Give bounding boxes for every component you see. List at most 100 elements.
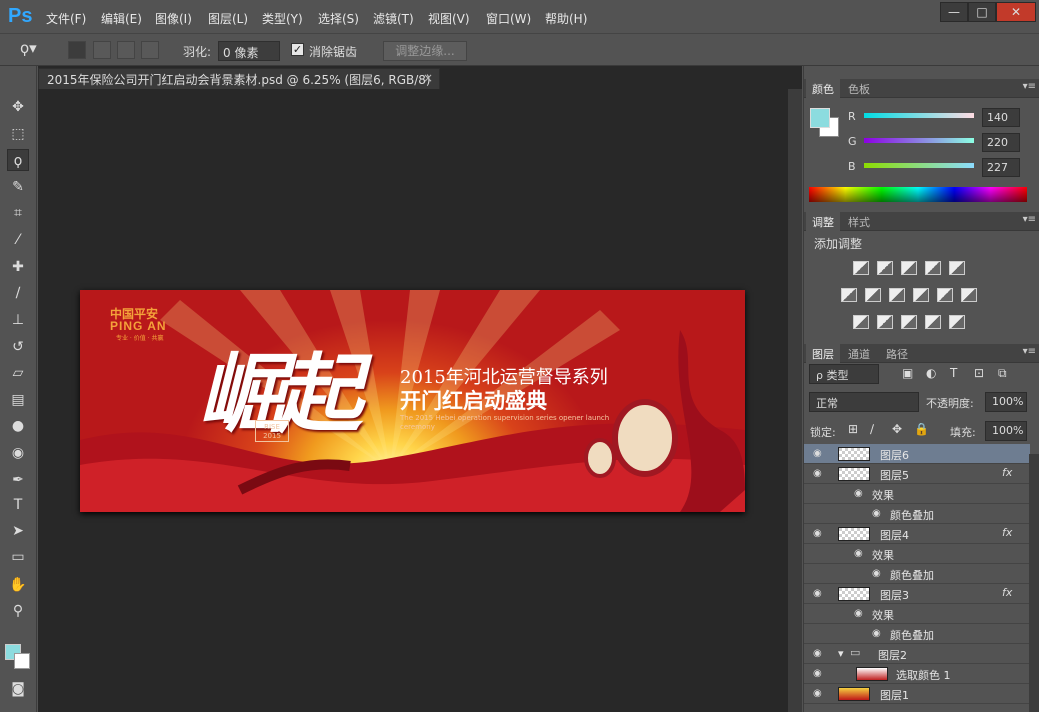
fx-icon[interactable]: fx [1002, 466, 1012, 479]
color-balance-icon[interactable] [865, 288, 881, 302]
curves-icon[interactable] [901, 261, 917, 275]
refine-edge-button[interactable]: 调整边缘... [383, 41, 467, 61]
stamp-tool-icon[interactable]: ⊥ [7, 309, 29, 331]
tab-adjustments[interactable]: 调整 [806, 212, 840, 231]
gradient-map-icon[interactable] [949, 315, 965, 329]
group-row[interactable]: ◉ ▾ ▭ 图层2 [804, 644, 1030, 664]
canvas-scrollbar[interactable] [788, 89, 802, 712]
history-brush-icon[interactable]: ↺ [7, 336, 29, 358]
visibility-eye-icon[interactable]: ◉ [854, 548, 863, 559]
quick-mask-icon[interactable]: ◙ [7, 678, 29, 700]
blur-tool-icon[interactable]: ● [7, 415, 29, 437]
shape-tool-icon[interactable]: ▭ [7, 546, 29, 568]
blend-mode-select[interactable]: 正常 [809, 392, 919, 412]
photo-filter-icon[interactable] [913, 288, 929, 302]
tab-styles[interactable]: 样式 [842, 212, 876, 231]
intersect-selection-icon[interactable] [141, 41, 159, 59]
antialias-checkbox[interactable]: ✓ [291, 43, 304, 56]
document-tab[interactable]: 2015年保险公司开门红启动会背景素材.psd @ 6.25% (图层6, RG… [38, 68, 440, 89]
layer-filter-select[interactable]: ρ 类型 [809, 364, 879, 384]
menu-file[interactable]: 文件(F) [46, 10, 86, 27]
r-value-input[interactable]: 140 [982, 108, 1020, 127]
visibility-eye-icon[interactable]: ◉ [872, 628, 881, 639]
tab-layers[interactable]: 图层 [806, 344, 840, 363]
fx-icon[interactable]: fx [1002, 586, 1012, 599]
lock-position-icon[interactable]: ✥ [892, 422, 902, 436]
menu-image[interactable]: 图像(I) [155, 10, 192, 27]
layer-row[interactable]: ◉ 图层1 [804, 684, 1030, 704]
menu-window[interactable]: 窗口(W) [486, 10, 531, 27]
visibility-eye-icon[interactable]: ◉ [872, 568, 881, 579]
effect-row[interactable]: ◉ 颜色叠加 [804, 564, 1030, 584]
layer-row[interactable]: ◉ 图层6 [804, 444, 1030, 464]
tab-color[interactable]: 颜色 [806, 79, 840, 98]
effects-row[interactable]: ◉ 效果 [804, 604, 1030, 624]
menu-edit[interactable]: 编辑(E) [101, 10, 142, 27]
visibility-eye-icon[interactable]: ◉ [813, 468, 822, 479]
fg-color-chip[interactable] [810, 108, 830, 128]
dodge-tool-icon[interactable]: ◉ [7, 442, 29, 464]
tab-channels[interactable]: 通道 [842, 344, 876, 363]
minimize-button[interactable]: — [940, 2, 968, 22]
brush-tool-icon[interactable]: ∕ [7, 282, 29, 304]
lasso-tool-icon[interactable]: ϙ [7, 149, 29, 171]
menu-help[interactable]: 帮助(H) [545, 10, 587, 27]
close-window-button[interactable]: ✕ [996, 2, 1036, 22]
b-value-input[interactable]: 227 [982, 158, 1020, 177]
pen-tool-icon[interactable]: ✒ [7, 469, 29, 491]
restore-button[interactable]: □ [968, 2, 996, 22]
visibility-eye-icon[interactable]: ◉ [813, 688, 822, 699]
b-slider[interactable] [864, 163, 974, 168]
type-tool-icon[interactable]: T [7, 494, 29, 516]
menu-filter[interactable]: 滤镜(T) [373, 10, 414, 27]
lock-paint-icon[interactable]: ∕ [870, 422, 874, 436]
new-selection-icon[interactable] [68, 41, 86, 59]
color-lookup-icon[interactable] [961, 288, 977, 302]
feather-input[interactable]: 0 像素 [218, 41, 280, 61]
filter-type-icon[interactable]: T [950, 366, 957, 380]
posterize-icon[interactable] [877, 315, 893, 329]
layer-row[interactable]: ◉ 图层3 fx [804, 584, 1030, 604]
eyedropper-tool-icon[interactable]: ⁄ [7, 229, 29, 251]
tab-swatches[interactable]: 色板 [842, 79, 876, 98]
menu-layer[interactable]: 图层(L) [208, 10, 248, 27]
visibility-eye-icon[interactable]: ◉ [813, 588, 822, 599]
visibility-eye-icon[interactable]: ◉ [854, 488, 863, 499]
layer-row[interactable]: ◉ 图层4 fx [804, 524, 1030, 544]
visibility-eye-icon[interactable]: ◉ [813, 668, 822, 679]
visibility-eye-icon[interactable]: ◉ [854, 608, 863, 619]
background-color-swatch[interactable] [14, 653, 30, 669]
vibrance-icon[interactable] [949, 261, 965, 275]
selective-color-icon[interactable] [925, 315, 941, 329]
layer-row[interactable]: ◉ 选取颜色 1 [804, 664, 1030, 684]
channel-mixer-icon[interactable] [937, 288, 953, 302]
hand-tool-icon[interactable]: ✋ [7, 574, 29, 596]
layer-row[interactable]: ◉ 图层5 fx [804, 464, 1030, 484]
move-tool-icon[interactable]: ✥ [7, 96, 29, 118]
close-tab-icon[interactable]: × [423, 71, 433, 85]
r-slider[interactable] [864, 113, 974, 118]
exposure-icon[interactable] [925, 261, 941, 275]
filter-pixel-icon[interactable]: ▣ [902, 366, 913, 380]
eraser-tool-icon[interactable]: ▱ [7, 362, 29, 384]
lock-all-icon[interactable]: 🔒 [914, 422, 929, 436]
expand-arrow-icon[interactable]: ▾ [838, 647, 844, 660]
hue-saturation-icon[interactable] [841, 288, 857, 302]
filter-adjust-icon[interactable]: ◐ [926, 366, 936, 380]
effect-row[interactable]: ◉ 颜色叠加 [804, 624, 1030, 644]
effects-row[interactable]: ◉ 效果 [804, 544, 1030, 564]
quick-select-tool-icon[interactable]: ✎ [7, 176, 29, 198]
visibility-eye-icon[interactable]: ◉ [813, 448, 822, 459]
panel-menu-icon[interactable]: ▾≡ [1023, 346, 1036, 357]
opacity-input[interactable]: 100% [985, 392, 1027, 412]
path-select-tool-icon[interactable]: ➤ [7, 520, 29, 542]
lock-pixels-icon[interactable]: ⊞ [848, 422, 858, 436]
levels-icon[interactable] [877, 261, 893, 275]
subtract-selection-icon[interactable] [117, 41, 135, 59]
crop-tool-icon[interactable]: ⌗ [7, 202, 29, 224]
visibility-eye-icon[interactable]: ◉ [813, 648, 822, 659]
g-value-input[interactable]: 220 [982, 133, 1020, 152]
gradient-tool-icon[interactable]: ▤ [7, 389, 29, 411]
visibility-eye-icon[interactable]: ◉ [813, 528, 822, 539]
fx-icon[interactable]: fx [1002, 526, 1012, 539]
